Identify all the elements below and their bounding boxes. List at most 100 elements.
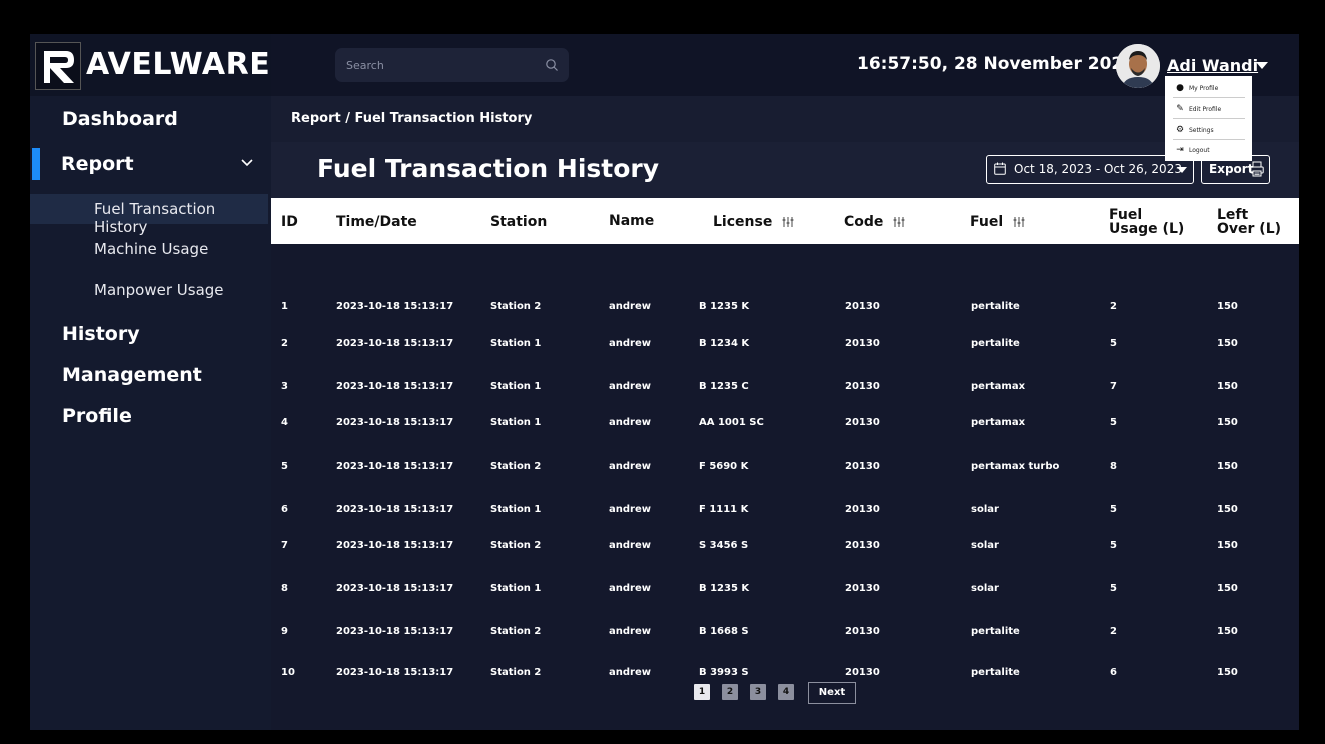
page-button-1[interactable]: 1 (694, 684, 710, 700)
table-cell-left-over: 150 (1217, 417, 1238, 428)
sort-icon[interactable] (1013, 216, 1025, 228)
column-header-left-over[interactable]: Left Over (L) (1217, 208, 1281, 236)
printer-icon (1250, 161, 1264, 177)
table-cell-code: 20130 (845, 338, 880, 349)
table-cell-license: B 1235 K (699, 301, 750, 312)
table-row[interactable]: 10 2023-10-18 15:13:17 Station 2 andrew B 39… (271, 667, 1299, 681)
table-cell-station: Station 2 (490, 626, 542, 637)
column-header-fuel[interactable]: Fuel (970, 215, 1025, 229)
sidebar-item-report[interactable]: Report (61, 153, 134, 175)
menu-item-label: Logout (1189, 146, 1210, 154)
table-cell-license: B 1235 K (699, 583, 750, 594)
sidebar-item-label: Fuel Transaction History (94, 200, 216, 236)
table-cell-station: Station 1 (490, 381, 542, 392)
active-indicator (32, 148, 40, 180)
chevron-down-icon[interactable] (240, 156, 254, 170)
table-row[interactable]: 1 2023-10-18 15:13:17 Station 2 andrew B 123… (271, 301, 1299, 315)
column-header-license[interactable]: License (713, 215, 794, 229)
table-cell-id: 3 (281, 381, 288, 392)
date-range-value: Oct 18, 2023 - Oct 26, 2023 (1014, 162, 1182, 176)
search-input[interactable]: Search (335, 48, 569, 82)
breadcrumb-bar: Report / Fuel Transaction History (271, 96, 1299, 142)
table-cell-id: 4 (281, 417, 288, 428)
column-header-fuel-usage-line1: Fuel (1109, 207, 1143, 223)
sort-icon[interactable] (782, 216, 794, 228)
column-header-name[interactable]: Name (609, 214, 654, 228)
breadcrumb[interactable]: Report / Fuel Transaction History (291, 111, 532, 126)
datetime-display: 16:57:50, 28 November 2023 (857, 54, 1136, 74)
user-menu: ● My Profile ✎ Edit Profile ⚙ Settings ⇥… (1165, 76, 1252, 161)
column-header-station[interactable]: Station (490, 215, 547, 229)
search-icon[interactable] (545, 58, 559, 72)
table-cell-id: 5 (281, 461, 288, 472)
table-cell-fuel: pertalite (971, 338, 1020, 349)
table-row[interactable]: 4 2023-10-18 15:13:17 Station 1 andrew AA 10… (271, 417, 1299, 431)
table-cell-fuel-usage: 6 (1110, 667, 1117, 678)
sort-icon[interactable] (893, 216, 905, 228)
column-header-code[interactable]: Code (844, 215, 905, 229)
sidebar-item-dashboard[interactable]: Dashboard (62, 108, 178, 130)
sidebar-item-manpower-usage[interactable]: Manpower Usage (94, 281, 224, 299)
page-button-3[interactable]: 3 (750, 684, 766, 700)
divider (1173, 118, 1245, 119)
page-button-2[interactable]: 2 (722, 684, 738, 700)
column-header-id[interactable]: ID (281, 215, 298, 229)
table-cell-fuel: solar (971, 540, 999, 551)
sidebar-item-history[interactable]: History (62, 323, 140, 345)
menu-item-settings[interactable]: ⚙ Settings (1165, 120, 1252, 140)
table-cell-name: andrew (609, 461, 651, 472)
table-row[interactable]: 9 2023-10-18 15:13:17 Station 2 andrew B 166… (271, 626, 1299, 640)
menu-item-edit-profile[interactable]: ✎ Edit Profile (1165, 99, 1252, 119)
table-cell-fuel: pertalite (971, 667, 1020, 678)
sidebar-item-management[interactable]: Management (62, 364, 202, 386)
next-page-button[interactable]: Next (808, 682, 856, 704)
table-cell-station: Station 2 (490, 667, 542, 678)
user-name[interactable]: Adi Wandi (1167, 56, 1258, 75)
top-bar: Search 16:57:50, 28 November 2023 Adi Wa… (271, 34, 1299, 96)
table-cell-code: 20130 (845, 626, 880, 637)
table-cell-name: andrew (609, 417, 651, 428)
menu-item-logout[interactable]: ⇥ Logout (1165, 140, 1252, 160)
column-header-time[interactable]: Time/Date (336, 215, 417, 229)
table-cell-license: B 1234 K (699, 338, 750, 349)
avatar[interactable] (1116, 44, 1160, 88)
column-header-fuel-usage-line2: Usage (L) (1109, 221, 1185, 237)
sidebar-item-profile[interactable]: Profile (62, 405, 132, 427)
table-row[interactable]: 3 2023-10-18 15:13:17 Station 1 andrew B 123… (271, 381, 1299, 395)
sidebar: AVELWARE Dashboard Report Fuel Transacti… (30, 34, 271, 730)
gear-icon: ⚙ (1175, 125, 1185, 135)
table-cell-fuel-usage: 5 (1110, 417, 1117, 428)
table-cell-fuel: pertamax turbo (971, 461, 1060, 472)
brand[interactable]: AVELWARE (30, 34, 271, 96)
table-cell-time: 2023-10-18 15:13:17 (336, 417, 454, 428)
table-row[interactable]: 5 2023-10-18 15:13:17 Station 2 andrew F 569… (271, 461, 1299, 475)
table-row[interactable]: 2 2023-10-18 15:13:17 Station 1 andrew B 123… (271, 338, 1299, 352)
caret-down-icon (1177, 167, 1187, 173)
page-button-4[interactable]: 4 (778, 684, 794, 700)
table-cell-code: 20130 (845, 417, 880, 428)
sidebar-item-machine-usage[interactable]: Machine Usage (94, 240, 208, 258)
table-body: 1 2023-10-18 15:13:17 Station 2 andrew B 123… (271, 244, 1299, 684)
date-range-picker[interactable]: Oct 18, 2023 - Oct 26, 2023 (986, 155, 1194, 184)
table-cell-station: Station 1 (490, 417, 542, 428)
sidebar-item-fuel-transaction-history[interactable]: Fuel Transaction History (30, 194, 268, 236)
table-cell-code: 20130 (845, 667, 880, 678)
menu-item-my-profile[interactable]: ● My Profile (1165, 78, 1252, 98)
table-row[interactable]: 7 2023-10-18 15:13:17 Station 2 andrew S 345… (271, 540, 1299, 554)
table-cell-license: B 1235 C (699, 381, 749, 392)
table-row[interactable]: 6 2023-10-18 15:13:17 Station 1 andrew F 111… (271, 504, 1299, 518)
table-cell-station: Station 2 (490, 540, 542, 551)
table-cell-time: 2023-10-18 15:13:17 (336, 461, 454, 472)
user-icon: ● (1176, 83, 1184, 93)
column-header-fuel-usage[interactable]: Fuel Usage (L) (1109, 208, 1184, 236)
edit-icon: ✎ (1176, 104, 1184, 114)
table-cell-fuel: solar (971, 504, 999, 515)
menu-item-label: My Profile (1189, 84, 1219, 92)
table-cell-station: Station 1 (490, 504, 542, 515)
table-cell-left-over: 150 (1217, 301, 1238, 312)
caret-down-icon[interactable] (1256, 62, 1268, 69)
table-cell-left-over: 150 (1217, 667, 1238, 678)
table-row[interactable]: 8 2023-10-18 15:13:17 Station 1 andrew B 123… (271, 583, 1299, 597)
table-cell-fuel-usage: 5 (1110, 504, 1117, 515)
table-cell-fuel-usage: 5 (1110, 583, 1117, 594)
